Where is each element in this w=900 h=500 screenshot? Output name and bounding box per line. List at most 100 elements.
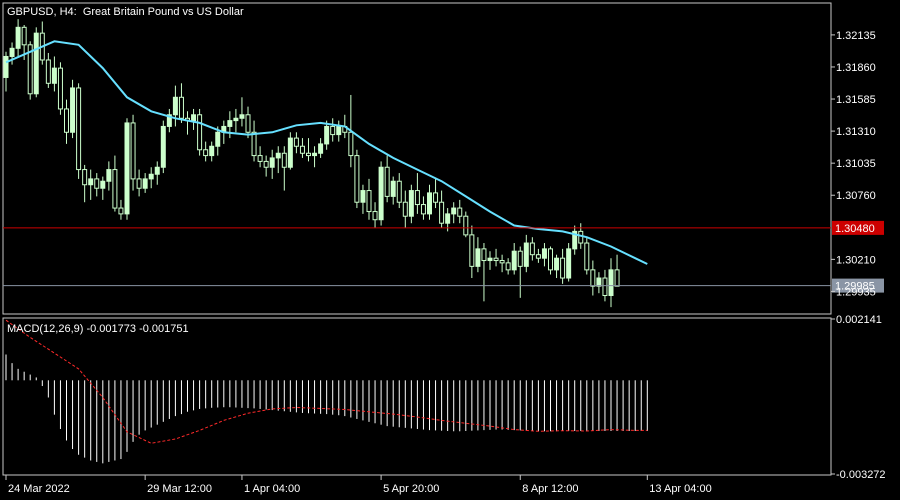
trading-chart[interactable]: 1.304801.29985 1.321351.318601.315851.31… xyxy=(0,0,900,500)
chart-symbol-header: GBPUSD, H4: Great Britain Pound vs US Do… xyxy=(7,6,244,18)
candle-body xyxy=(269,157,275,168)
price-tick-label: 1.31035 xyxy=(836,158,876,170)
price-tick-label: 1.30210 xyxy=(836,254,876,266)
candle-body xyxy=(203,149,209,157)
candle-body xyxy=(299,145,305,154)
candle-body xyxy=(366,190,372,213)
candle-body xyxy=(360,190,366,203)
time-tick-label: 13 Apr 04:00 xyxy=(649,483,711,495)
candle-body xyxy=(457,207,463,217)
price-tick-label: 1.32135 xyxy=(836,30,876,42)
candle-body xyxy=(57,67,63,110)
candle-body xyxy=(118,207,124,215)
candle-body xyxy=(178,96,184,119)
candle-body xyxy=(154,166,160,175)
candle-body xyxy=(76,87,82,171)
candle-body xyxy=(590,269,596,287)
candle-body xyxy=(487,257,493,262)
time-tick-label: 29 Mar 12:00 xyxy=(147,483,212,495)
candle-body xyxy=(21,26,27,46)
candle-body xyxy=(451,207,457,215)
price-tick-label: 1.31860 xyxy=(836,62,876,74)
candle-body xyxy=(596,277,602,287)
candle-body xyxy=(372,211,378,221)
macd-tick-label: 0.002141 xyxy=(836,314,882,326)
candle-body xyxy=(9,47,15,57)
macd-indicator-label: MACD(12,26,9) -0.001773 -0.001751 xyxy=(7,323,189,335)
candle-body xyxy=(197,114,203,151)
candle-body xyxy=(124,122,130,215)
candle-body xyxy=(354,155,360,203)
macd-tick-label: -0.003272 xyxy=(836,469,886,481)
candle-body xyxy=(112,169,118,209)
candle-body xyxy=(263,160,269,168)
time-tick-label: 1 Apr 04:00 xyxy=(244,483,300,495)
candle-body xyxy=(45,59,51,84)
candle-body xyxy=(560,257,566,279)
candle-body xyxy=(257,155,263,162)
candle-body xyxy=(330,125,336,136)
candle-body xyxy=(523,242,529,267)
candle-body xyxy=(414,190,420,206)
candle-body xyxy=(275,152,281,159)
candle-body xyxy=(529,242,535,256)
candle-body xyxy=(172,96,178,116)
candle-body xyxy=(554,257,560,271)
candle-body xyxy=(445,213,451,224)
candle-body xyxy=(499,260,505,264)
candle-body xyxy=(614,269,620,287)
candle-body xyxy=(148,173,154,180)
candle-body xyxy=(390,180,396,197)
candle-body xyxy=(191,114,197,122)
resistance-price-tag-label: 1.30480 xyxy=(835,223,875,235)
candle-body xyxy=(481,248,487,262)
candle-body xyxy=(82,169,88,186)
candle-body xyxy=(318,143,324,154)
candle-body xyxy=(287,137,293,168)
candle-body xyxy=(469,234,475,267)
candle-body xyxy=(584,242,590,271)
candle-body xyxy=(70,87,76,133)
candle-body xyxy=(384,166,390,197)
candle-body xyxy=(136,178,142,189)
candle-body xyxy=(541,248,547,259)
price-tick-label: 1.31310 xyxy=(836,126,876,138)
candle-body xyxy=(245,114,251,133)
candle-body xyxy=(3,55,9,78)
candle-body xyxy=(64,108,69,133)
time-tick-label: 24 Mar 2022 xyxy=(8,483,70,495)
time-tick-label: 8 Apr 12:00 xyxy=(522,483,578,495)
candle-body xyxy=(15,26,21,49)
candle-body xyxy=(100,180,106,189)
candle-body xyxy=(227,120,233,127)
candle-body xyxy=(475,248,481,267)
candle-body xyxy=(281,152,287,168)
candle-body xyxy=(239,114,245,119)
candle-body xyxy=(420,204,426,215)
candle-body xyxy=(336,125,342,136)
price-tick-label: 1.29935 xyxy=(836,286,876,298)
candle-body xyxy=(106,169,112,182)
candle-body xyxy=(378,166,384,221)
candle-body xyxy=(293,137,299,147)
candle-body xyxy=(535,254,541,259)
candle-body xyxy=(427,192,432,215)
candle-body xyxy=(251,131,257,157)
chart-background xyxy=(0,0,900,500)
candle-body xyxy=(233,117,239,122)
candle-body xyxy=(94,178,100,189)
candle-body xyxy=(348,131,354,157)
candle-body xyxy=(88,178,94,186)
candle-body xyxy=(602,277,608,297)
candle-body xyxy=(511,250,517,271)
candle-body xyxy=(439,201,445,224)
candle-body xyxy=(408,190,414,217)
candle-body xyxy=(517,250,523,267)
candle-body xyxy=(33,32,39,95)
price-scale: 1.32135 1.31860 1.31585 1.31310 1.31035 1.307… xyxy=(831,30,876,298)
candle-body xyxy=(209,145,215,157)
candle-body xyxy=(215,131,221,147)
candle-body xyxy=(402,201,408,217)
candle-body xyxy=(566,248,572,279)
price-tick-label: 1.30760 xyxy=(836,190,876,202)
